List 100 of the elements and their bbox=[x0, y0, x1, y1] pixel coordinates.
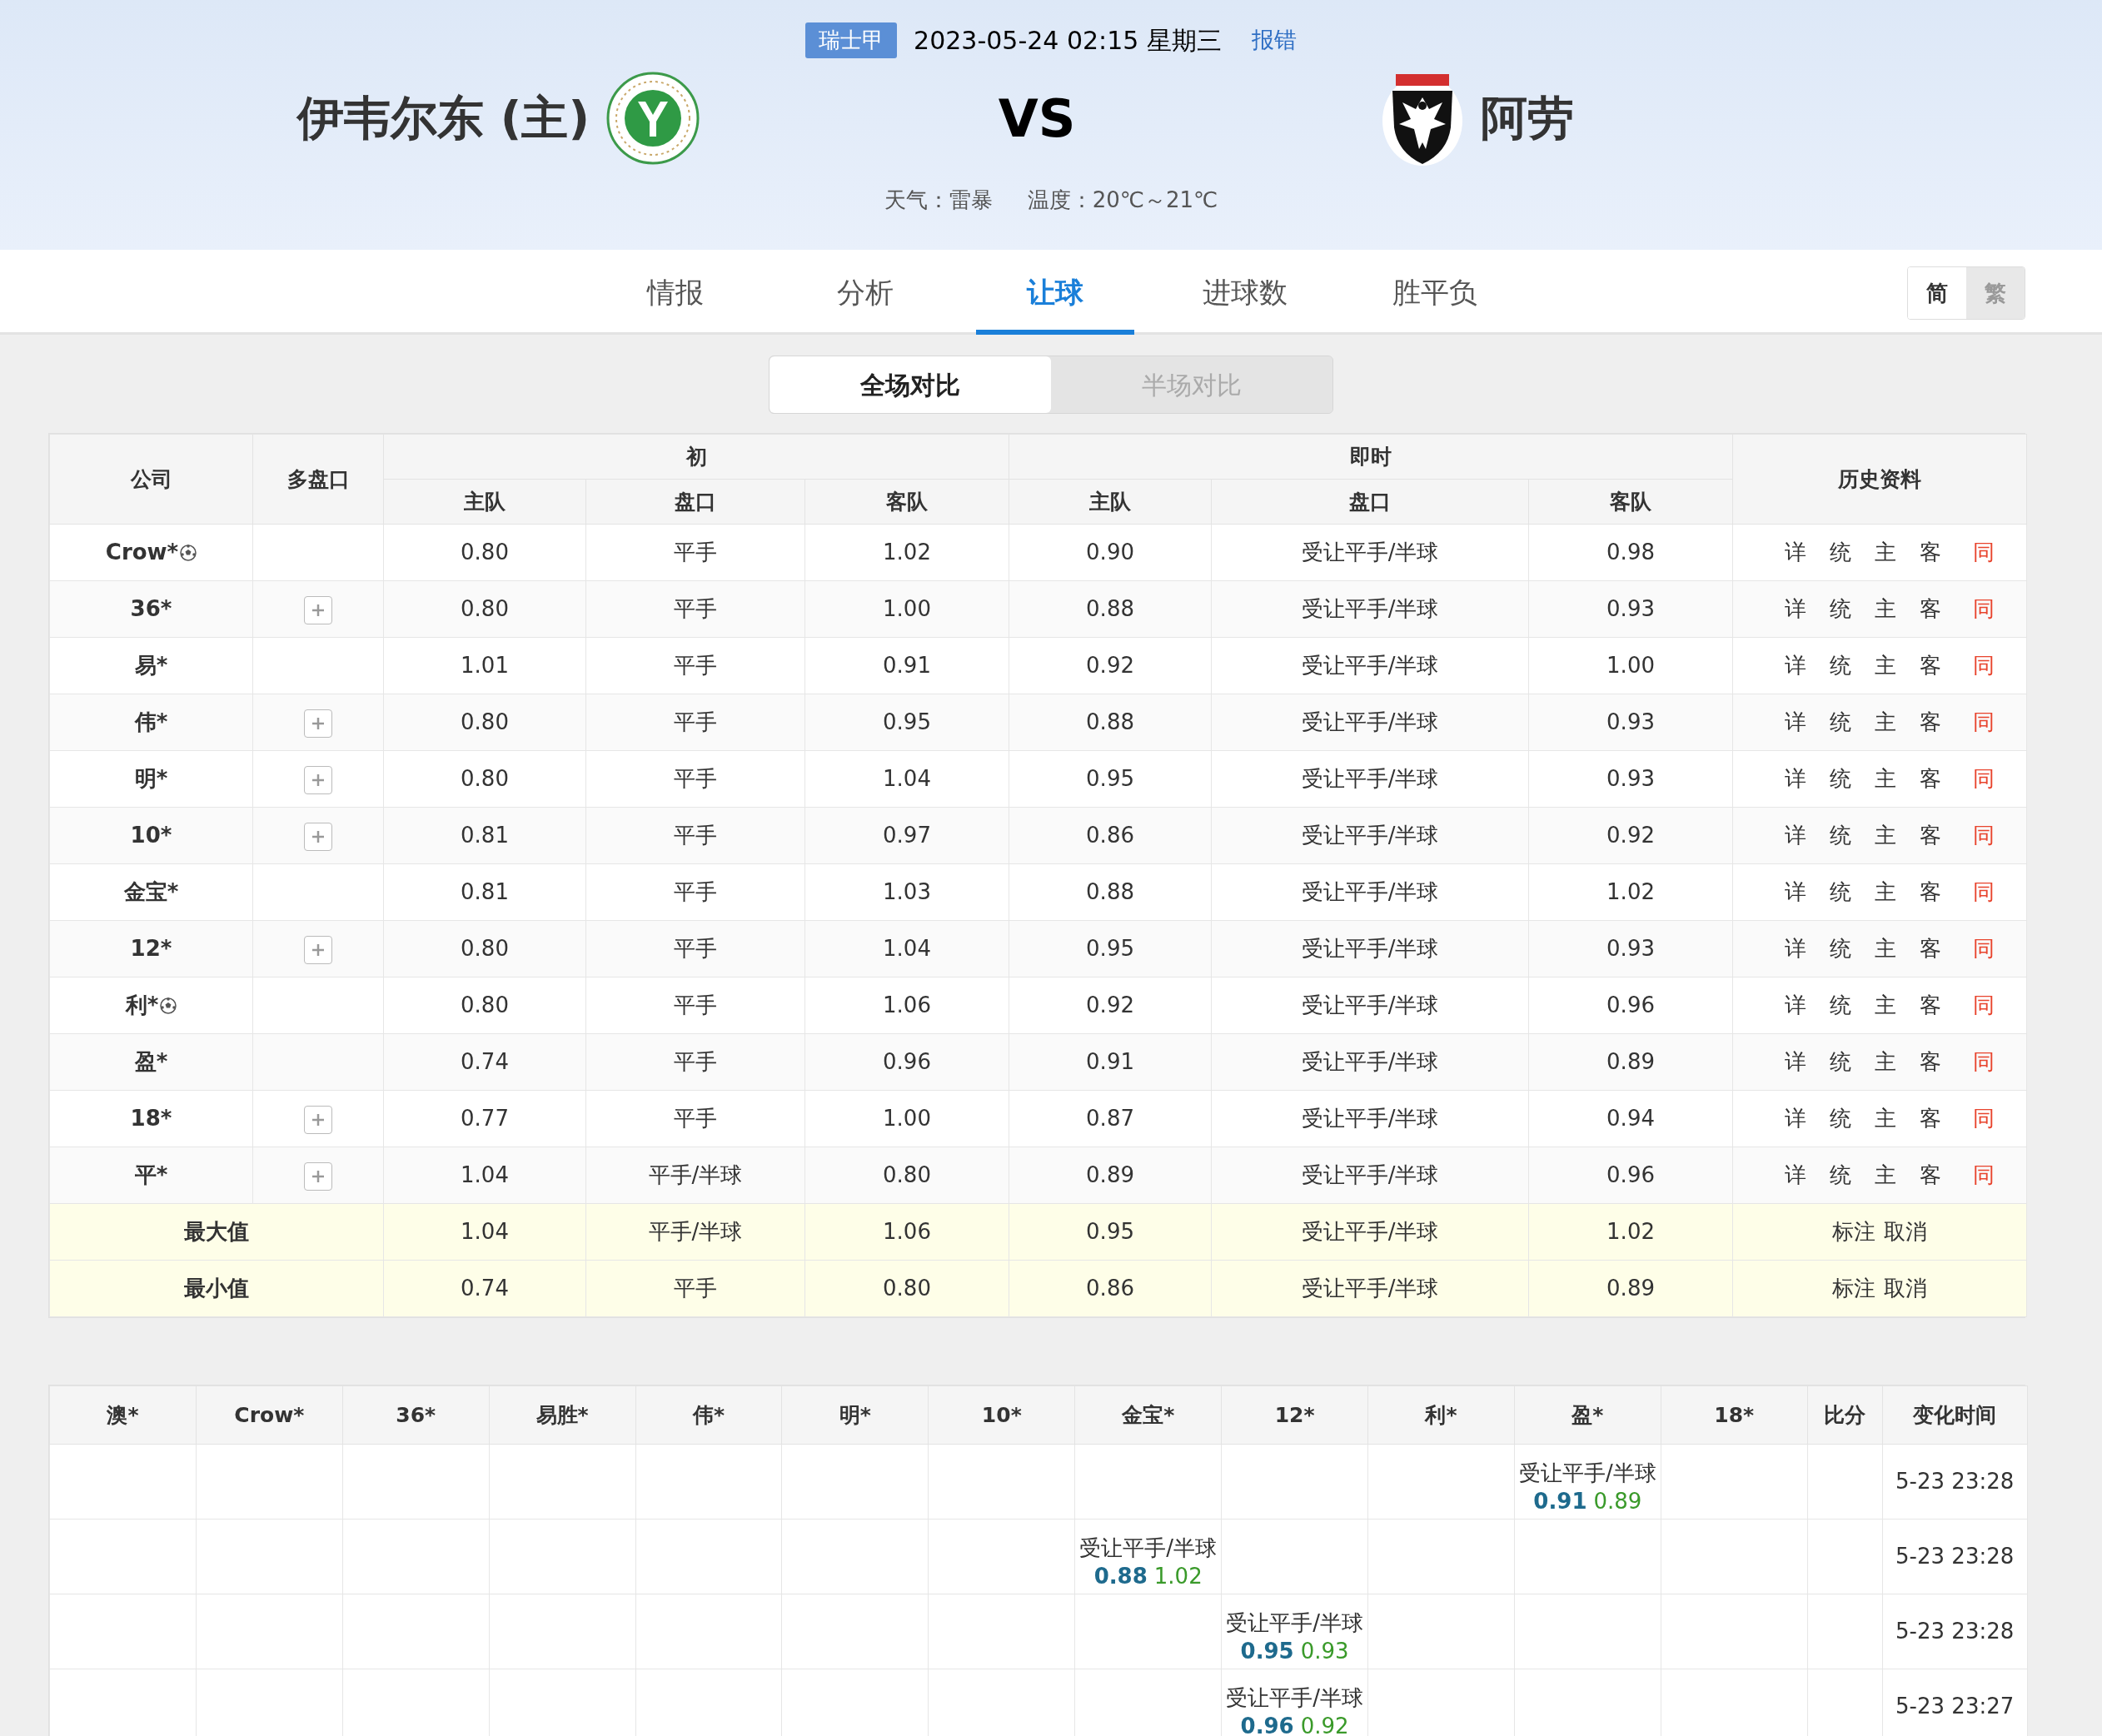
history-link[interactable]: 主 bbox=[1875, 819, 1897, 852]
history-link[interactable]: 详 bbox=[1785, 649, 1807, 682]
expand-plus-button[interactable] bbox=[304, 765, 332, 794]
history-link[interactable]: 详 bbox=[1785, 989, 1807, 1022]
history-link[interactable]: 客 bbox=[1920, 536, 1942, 569]
history-link[interactable]: 同 bbox=[1973, 933, 1995, 965]
history-link[interactable]: 统 bbox=[1830, 593, 1852, 625]
expand-plus-button[interactable] bbox=[304, 1105, 332, 1134]
history-link[interactable]: 客 bbox=[1920, 763, 1942, 795]
history-link[interactable]: 统 bbox=[1830, 763, 1852, 795]
history-link[interactable]: 同 bbox=[1973, 763, 1995, 795]
history-link[interactable]: 统 bbox=[1830, 1102, 1852, 1135]
table-cell: 0.96 bbox=[1528, 1147, 1733, 1204]
history-link[interactable]: 客 bbox=[1920, 933, 1942, 965]
history-link[interactable]: 客 bbox=[1920, 876, 1942, 908]
column-header: 变化时间 bbox=[1882, 1385, 2028, 1445]
history-link[interactable]: 同 bbox=[1973, 989, 1995, 1022]
history-link[interactable]: 同 bbox=[1973, 1046, 1995, 1078]
history-link[interactable]: 客 bbox=[1920, 819, 1942, 852]
history-link[interactable]: 统 bbox=[1830, 706, 1852, 739]
history-link[interactable]: 详 bbox=[1785, 763, 1807, 795]
weather-text: 天气：雷暴 bbox=[884, 187, 993, 214]
history-link[interactable]: 主 bbox=[1875, 876, 1897, 908]
table-cell: 1.04 bbox=[383, 1203, 586, 1261]
summary-action-link[interactable]: 取消 bbox=[1884, 1272, 1928, 1305]
history-link[interactable]: 客 bbox=[1920, 1046, 1942, 1078]
tab[interactable]: 让球 bbox=[976, 250, 1134, 335]
history-link[interactable]: 主 bbox=[1875, 763, 1897, 795]
history-link[interactable]: 主 bbox=[1875, 1159, 1897, 1191]
history-link[interactable]: 主 bbox=[1875, 1102, 1897, 1135]
history-link[interactable]: 同 bbox=[1973, 649, 1995, 682]
history-link[interactable]: 客 bbox=[1920, 593, 1942, 625]
history-link[interactable]: 客 bbox=[1920, 706, 1942, 739]
history-link[interactable]: 详 bbox=[1785, 876, 1807, 908]
history-link[interactable]: 统 bbox=[1830, 876, 1852, 908]
history-link[interactable]: 主 bbox=[1875, 706, 1897, 739]
table-cell: 平手 bbox=[585, 1033, 805, 1091]
history-link[interactable]: 客 bbox=[1920, 989, 1942, 1022]
history-link[interactable]: 详 bbox=[1785, 1159, 1807, 1191]
history-link[interactable]: 详 bbox=[1785, 933, 1807, 965]
history-link[interactable]: 同 bbox=[1973, 1159, 1995, 1191]
history-link[interactable]: 主 bbox=[1875, 1046, 1897, 1078]
table-cell: 受让平手/半球 bbox=[1211, 524, 1529, 581]
expand-plus-button[interactable] bbox=[304, 709, 332, 738]
history-link[interactable]: 详 bbox=[1785, 706, 1807, 739]
history-link[interactable]: 统 bbox=[1830, 819, 1852, 852]
table-cell: 0.93 bbox=[1528, 580, 1733, 638]
history-link[interactable]: 统 bbox=[1830, 1159, 1852, 1191]
history-link[interactable]: 同 bbox=[1973, 706, 1995, 739]
tab[interactable]: 胜平负 bbox=[1356, 250, 1514, 335]
history-link[interactable]: 同 bbox=[1973, 876, 1995, 908]
history-link[interactable]: 同 bbox=[1973, 1102, 1995, 1135]
history-link[interactable]: 统 bbox=[1830, 1046, 1852, 1078]
history-link[interactable]: 详 bbox=[1785, 1046, 1807, 1078]
history-link[interactable]: 统 bbox=[1830, 536, 1852, 569]
history-link[interactable]: 详 bbox=[1785, 819, 1807, 852]
table-cell: 平手 bbox=[585, 977, 805, 1034]
table-cell: 受让平手/半球 bbox=[1211, 977, 1529, 1034]
history-link[interactable]: 详 bbox=[1785, 593, 1807, 625]
history-link[interactable]: 客 bbox=[1920, 649, 1942, 682]
history-link[interactable]: 客 bbox=[1920, 1102, 1942, 1135]
history-link[interactable]: 统 bbox=[1830, 989, 1852, 1022]
column-header: 18* bbox=[1661, 1385, 1808, 1445]
table-cell: 平手/半球 bbox=[585, 1203, 805, 1261]
history-link[interactable]: 主 bbox=[1875, 933, 1897, 965]
history-link[interactable]: 主 bbox=[1875, 536, 1897, 569]
history-link[interactable]: 主 bbox=[1875, 593, 1897, 625]
column-header: Crow* bbox=[196, 1385, 343, 1445]
history-link[interactable]: 统 bbox=[1830, 933, 1852, 965]
expand-plus-button[interactable] bbox=[304, 595, 332, 624]
report-error-link[interactable]: 报错 bbox=[1251, 23, 1297, 57]
history-link[interactable]: 同 bbox=[1973, 536, 1995, 569]
history-link[interactable]: 同 bbox=[1973, 593, 1995, 625]
summary-action-link[interactable]: 标注 bbox=[1832, 1272, 1876, 1305]
summary-action-link[interactable]: 取消 bbox=[1884, 1216, 1928, 1248]
table-cell: 平手 bbox=[585, 694, 805, 751]
tab[interactable]: 情报 bbox=[596, 250, 755, 335]
temperature-text: 温度：20℃～21℃ bbox=[1027, 187, 1218, 214]
expand-plus-button[interactable] bbox=[304, 822, 332, 851]
summary-action-link[interactable]: 标注 bbox=[1832, 1216, 1876, 1248]
company-name: 12* bbox=[130, 935, 172, 963]
history-link[interactable]: 客 bbox=[1920, 1159, 1942, 1191]
expand-plus-button[interactable] bbox=[304, 935, 332, 964]
history-link[interactable]: 详 bbox=[1785, 536, 1807, 569]
table-cell: 0.97 bbox=[804, 807, 1009, 864]
history-link[interactable]: 主 bbox=[1875, 649, 1897, 682]
history-link[interactable]: 详 bbox=[1785, 1102, 1807, 1135]
segment-button[interactable]: 全场对比 bbox=[770, 356, 1051, 413]
history-link[interactable]: 统 bbox=[1830, 649, 1852, 682]
table-cell: 受让平手/半球 bbox=[1211, 807, 1529, 864]
table-cell: 0.80 bbox=[383, 580, 586, 638]
history-link[interactable]: 主 bbox=[1875, 989, 1897, 1022]
column-header: 易胜* bbox=[489, 1385, 636, 1445]
table-cell: 0.92 bbox=[1009, 637, 1212, 694]
plus-icon bbox=[311, 828, 326, 844]
tab[interactable]: 进球数 bbox=[1166, 250, 1324, 335]
table-cell: 0.80 bbox=[383, 977, 586, 1034]
history-link[interactable]: 同 bbox=[1973, 819, 1995, 852]
tab[interactable]: 分析 bbox=[786, 250, 944, 335]
expand-plus-button[interactable] bbox=[304, 1161, 332, 1191]
